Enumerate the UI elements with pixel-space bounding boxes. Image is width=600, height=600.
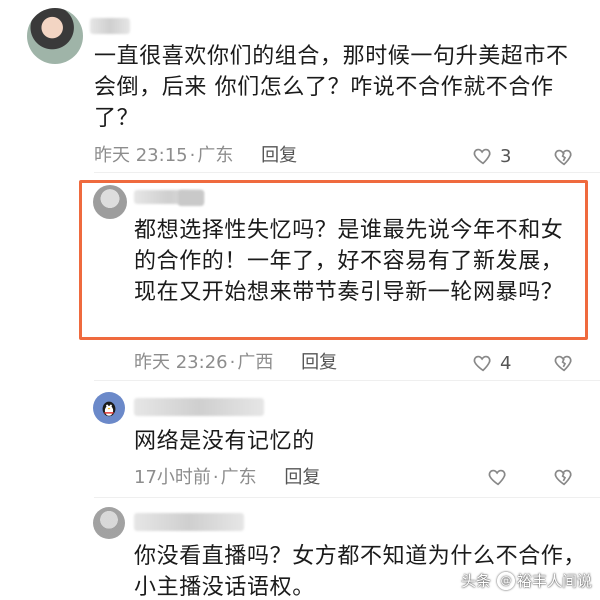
blurred-username: [134, 513, 244, 531]
like-button[interactable]: 4: [472, 352, 511, 374]
penguin-icon: [102, 401, 116, 417]
avatar[interactable]: [93, 507, 125, 539]
comment-meta: 昨天 23:15 · 广东 回复: [94, 145, 298, 166]
comment-location: 广东: [197, 145, 234, 166]
broken-heart-icon[interactable]: [553, 352, 575, 374]
comment-location: 广东: [220, 467, 257, 488]
watermark-author: 裕丰人间说: [516, 572, 592, 590]
broken-heart-icon[interactable]: [553, 466, 575, 488]
heart-icon: [488, 469, 506, 486]
divider: [94, 497, 600, 498]
comment-location: 广西: [237, 352, 274, 373]
avatar[interactable]: [93, 392, 125, 424]
like-button[interactable]: 3: [472, 145, 511, 167]
comment-time: 昨天 23:15: [94, 145, 188, 166]
comment-time: 昨天 23:26: [134, 352, 228, 373]
watermark-platform: 头条: [460, 572, 491, 590]
reply-button[interactable]: 回复: [284, 467, 320, 488]
like-button[interactable]: [487, 466, 509, 488]
blurred-username: [134, 398, 264, 416]
avatar[interactable]: [27, 8, 83, 64]
divider: [94, 380, 600, 381]
at-icon: @: [496, 571, 515, 590]
avatar[interactable]: [93, 185, 127, 219]
comment-text: 网络是没有记忆的: [134, 429, 315, 454]
comment-text: 一直很喜欢你们的组合，那时候一句升美超市不会倒，后来 你们怎么了？咋说不合作就不…: [94, 44, 569, 131]
comment-meta: 17小时前 · 广东 回复: [134, 467, 321, 488]
blurred-username: [90, 18, 130, 34]
comment-thread: 一直很喜欢你们的组合，那时候一句升美超市不会倒，后来 你们怎么了？咋说不合作就不…: [0, 0, 600, 600]
blurred-username: [178, 190, 204, 206]
heart-icon: [473, 355, 491, 372]
heart-icon: [473, 148, 491, 165]
divider: [94, 172, 600, 173]
like-count: 3: [500, 145, 512, 167]
broken-heart-icon[interactable]: [553, 146, 575, 168]
comment-text: 都想选择性失忆吗？是谁最先说今年不和女的合作的！一年了，好不容易有了新发展，现在…: [134, 218, 564, 305]
comment-time: 17小时前: [134, 467, 211, 488]
like-count: 4: [500, 352, 512, 374]
watermark: 头条 @ 裕丰人间说: [461, 570, 592, 591]
comment-meta: 昨天 23:26 · 广西 回复: [134, 352, 338, 373]
reply-button[interactable]: 回复: [301, 352, 337, 373]
reply-button[interactable]: 回复: [261, 145, 297, 166]
